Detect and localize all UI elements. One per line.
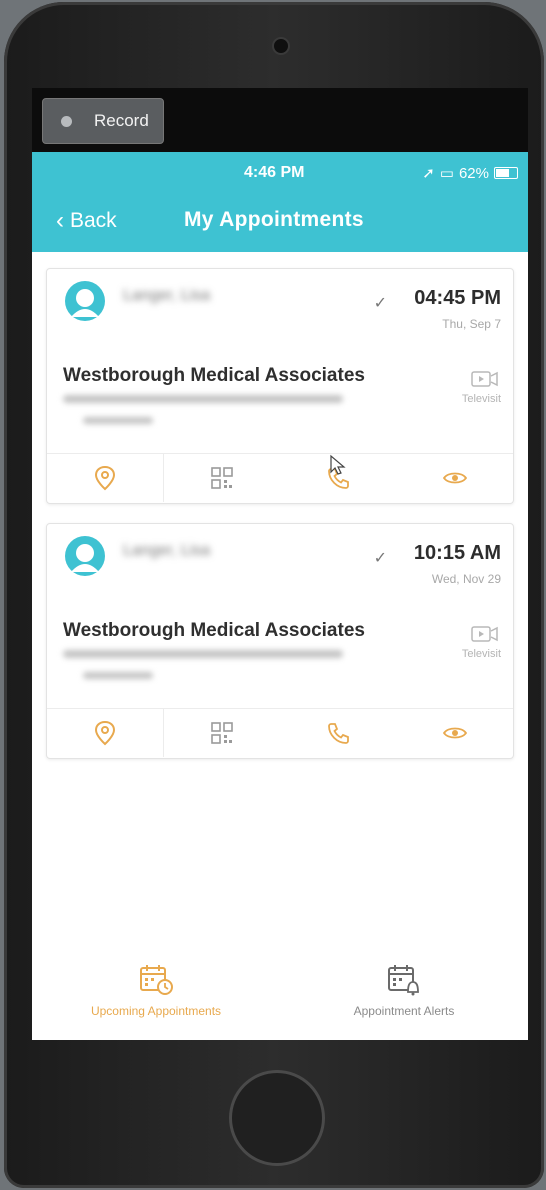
appointment-date: Thu, Sep 7	[442, 317, 501, 331]
address-line-redacted	[63, 650, 343, 658]
eye-icon	[442, 727, 467, 739]
call-button[interactable]	[280, 709, 397, 757]
record-label: Record	[94, 111, 149, 130]
calendar-clock-icon	[140, 965, 173, 995]
card-actions	[47, 454, 513, 502]
qr-code-icon	[210, 722, 233, 744]
visit-type-label: Televisit	[461, 393, 501, 405]
location-arrow-icon: ➚	[422, 165, 435, 182]
back-button[interactable]: ‹ Back	[56, 207, 117, 235]
provider-name: Westborough Medical Associates	[63, 620, 365, 641]
appointment-card[interactable]: Langer, Lisa ✓ 10:15 AM Wed, Nov 29 West…	[46, 523, 514, 759]
back-chevron-icon: ‹	[56, 207, 64, 234]
appointment-time: 10:15 AM	[413, 542, 501, 564]
location-pin-icon	[95, 720, 116, 746]
address-line-redacted	[63, 395, 343, 403]
appointment-time: 04:45 PM	[414, 287, 501, 309]
tab-label: Appointment Alerts	[353, 1004, 455, 1018]
directions-button[interactable]	[47, 709, 164, 757]
avatar-icon	[65, 536, 105, 576]
view-details-button[interactable]	[397, 454, 514, 502]
appointment-card[interactable]: Langer, Lisa ✓ 04:45 PM Thu, Sep 7 Westb…	[46, 268, 514, 504]
avatar-icon	[65, 281, 105, 321]
screen-mirror-icon: ▭	[439, 165, 454, 182]
tab-upcoming-appointments[interactable]: Upcoming Appointments	[32, 952, 280, 1040]
qr-code-button[interactable]	[164, 454, 281, 502]
phone-icon	[328, 723, 350, 744]
nav-bar: 4:46 PM ➚ ▭ 62% ‹ Back My Appointments	[32, 152, 528, 252]
visit-type-label: Televisit	[461, 648, 501, 660]
page-title: My Appointments	[184, 208, 364, 231]
address-line-redacted	[83, 672, 153, 679]
eye-icon	[442, 472, 467, 484]
card-actions	[47, 709, 513, 757]
appointment-date: Wed, Nov 29	[431, 572, 501, 586]
patient-name: Langer, Lisa	[123, 287, 211, 304]
home-button[interactable]	[229, 1070, 325, 1166]
video-icon	[471, 371, 498, 387]
mouse-cursor-icon	[330, 454, 346, 475]
tab-label: Upcoming Appointments	[90, 1004, 222, 1018]
back-label: Back	[70, 209, 117, 232]
tab-appointment-alerts[interactable]: Appointment Alerts	[280, 952, 528, 1040]
confirmed-check-icon: ✓	[373, 550, 387, 567]
directions-button[interactable]	[47, 454, 164, 502]
calendar-bell-icon	[388, 965, 419, 996]
patient-name: Langer, Lisa	[123, 542, 211, 559]
qr-code-icon	[210, 467, 233, 489]
battery-percent: 62%	[458, 164, 489, 182]
bottom-tab-bar: Upcoming Appointments Appointment Alerts	[32, 952, 528, 1040]
phone-frame: Record 4:46 PM ➚ ▭ 62% ‹ Back My Appoint…	[4, 2, 544, 1188]
video-icon	[471, 626, 498, 642]
location-pin-icon	[95, 465, 116, 491]
status-time: 4:46 PM	[244, 164, 305, 181]
status-indicators: ➚ ▭ 62%	[422, 164, 518, 182]
confirmed-check-icon: ✓	[373, 295, 387, 312]
provider-name: Westborough Medical Associates	[63, 365, 365, 386]
app-screen: 4:46 PM ➚ ▭ 62% ‹ Back My Appointments L…	[32, 152, 528, 1040]
view-details-button[interactable]	[397, 709, 514, 757]
record-button[interactable]: Record	[42, 98, 164, 144]
battery-icon	[494, 167, 518, 179]
address-line-redacted	[83, 417, 153, 424]
front-camera	[272, 37, 290, 55]
qr-code-button[interactable]	[164, 709, 281, 757]
record-dot-icon	[61, 115, 72, 127]
